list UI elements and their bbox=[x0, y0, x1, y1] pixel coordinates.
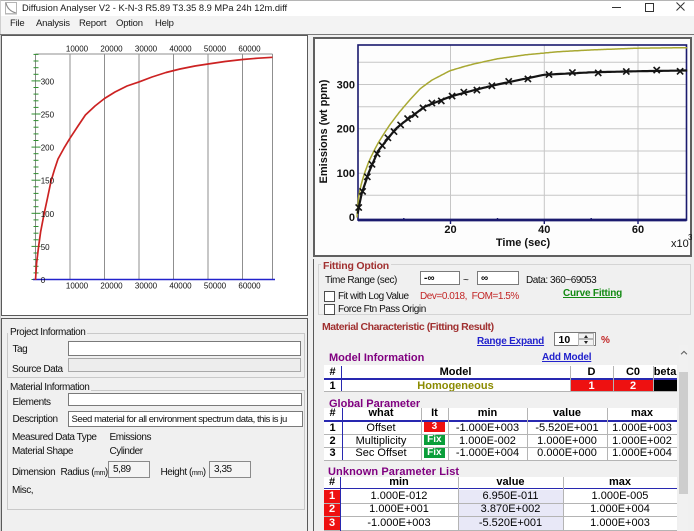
svg-text:20000: 20000 bbox=[100, 45, 123, 54]
svg-text:3: 3 bbox=[688, 233, 692, 242]
svg-text:0: 0 bbox=[41, 276, 46, 285]
svg-text:150: 150 bbox=[41, 177, 55, 186]
svg-text:100: 100 bbox=[337, 168, 355, 180]
svg-text:200: 200 bbox=[337, 124, 355, 136]
svg-text:10000: 10000 bbox=[66, 282, 89, 291]
svg-text:60: 60 bbox=[632, 224, 644, 236]
svg-text:300: 300 bbox=[337, 79, 355, 91]
svg-text:Emissions (wt ppm): Emissions (wt ppm) bbox=[318, 79, 330, 183]
svg-text:20: 20 bbox=[444, 224, 456, 236]
svg-text:40: 40 bbox=[538, 224, 550, 236]
svg-text:300: 300 bbox=[41, 77, 55, 86]
svg-text:100: 100 bbox=[41, 210, 55, 219]
svg-text:10000: 10000 bbox=[66, 45, 89, 54]
svg-text:40000: 40000 bbox=[169, 282, 192, 291]
svg-text:250: 250 bbox=[41, 111, 55, 120]
svg-text:200: 200 bbox=[41, 144, 55, 153]
svg-text:30000: 30000 bbox=[135, 45, 158, 54]
svg-text:30000: 30000 bbox=[135, 282, 158, 291]
svg-text:Time (sec): Time (sec) bbox=[496, 237, 551, 249]
svg-text:x10: x10 bbox=[671, 238, 689, 250]
svg-text:50: 50 bbox=[41, 243, 50, 252]
svg-text:60000: 60000 bbox=[238, 45, 261, 54]
svg-text:50000: 50000 bbox=[204, 45, 227, 54]
svg-text:50000: 50000 bbox=[204, 282, 227, 291]
svg-text:60000: 60000 bbox=[238, 282, 261, 291]
svg-text:40000: 40000 bbox=[169, 45, 192, 54]
svg-text:0: 0 bbox=[349, 212, 355, 224]
svg-text:20000: 20000 bbox=[100, 282, 123, 291]
